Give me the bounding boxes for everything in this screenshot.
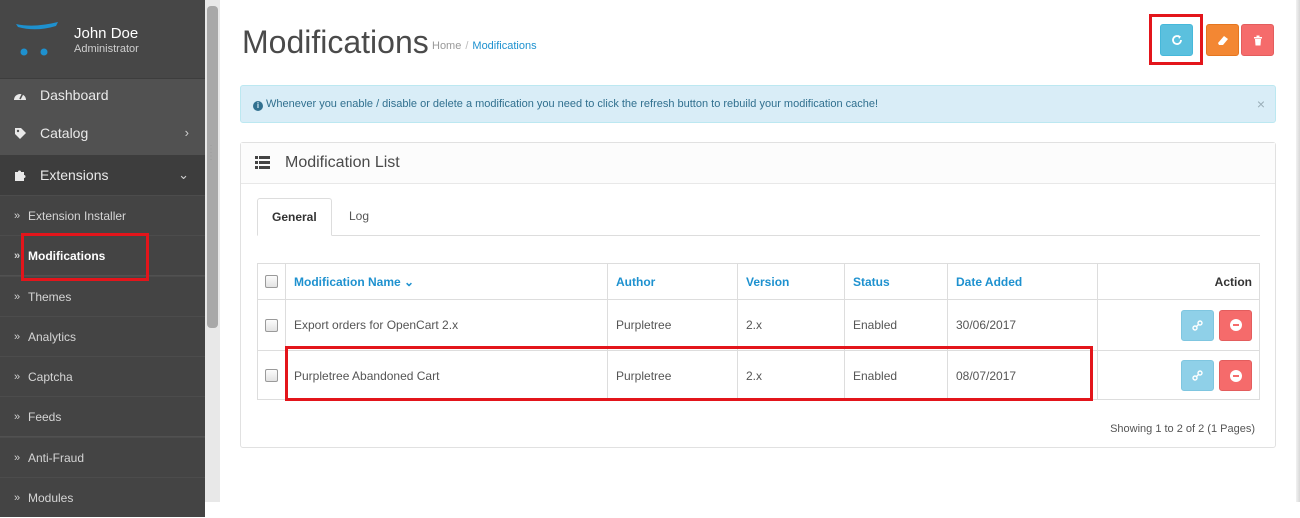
link-button[interactable] — [1181, 360, 1214, 391]
cell-date-added: 30/06/2017 — [947, 300, 1097, 350]
header-author[interactable]: Author — [607, 264, 737, 299]
double-chevron-icon: » — [14, 492, 21, 504]
sidebar-subitem-label: Captcha — [28, 370, 73, 384]
modification-list-panel: Modification List General Log Modificati… — [240, 142, 1276, 448]
select-all-checkbox[interactable] — [265, 275, 278, 288]
sidebar-scrollbar-thumb[interactable] — [207, 6, 218, 328]
double-chevron-icon: » — [14, 291, 21, 303]
user-info[interactable]: John Doe Administrator — [74, 26, 139, 56]
minus-circle-icon — [1229, 369, 1242, 382]
table-header-row: Modification Name ⌄ Author Version Statu… — [258, 264, 1259, 300]
remove-button[interactable] — [1219, 309, 1252, 341]
sidebar-subitem-label: Feeds — [28, 410, 62, 424]
link-button[interactable] — [1181, 309, 1214, 341]
select-all-cell — [258, 264, 285, 299]
double-chevron-icon: » — [14, 452, 21, 464]
sidebar-item-extensions[interactable]: Extensions ⌄ — [0, 155, 205, 195]
sidebar-scrollbar[interactable] — [205, 0, 220, 502]
panel-title: Modification List — [285, 154, 400, 171]
trash-icon — [1253, 35, 1262, 45]
alert-text: Whenever you enable / disable or delete … — [266, 98, 879, 110]
modifications-highlight-box — [21, 233, 149, 281]
sidebar: John Doe Administrator Dashboard Catalog… — [0, 0, 205, 517]
tab-bar: General Log — [257, 198, 1260, 236]
breadcrumb-home-link[interactable]: Home — [432, 40, 461, 52]
eraser-icon — [1217, 36, 1228, 45]
sidebar-subitem-feeds[interactable]: » Feeds — [0, 396, 205, 436]
info-icon: i — [253, 101, 263, 111]
sidebar-item-label: Catalog — [40, 125, 89, 141]
opencart-logo-icon — [16, 22, 58, 56]
table-row: Export orders for OpenCart 2.x Purpletre… — [258, 300, 1259, 351]
cell-version: 2.x — [737, 300, 844, 350]
double-chevron-icon: » — [14, 210, 21, 222]
sidebar-item-catalog[interactable]: Catalog › — [0, 114, 205, 152]
cell-status: Enabled — [844, 300, 947, 350]
row-checkbox[interactable] — [265, 318, 278, 332]
sidebar-subitem-modules[interactable]: » Modules — [0, 477, 205, 517]
cell-action — [1097, 300, 1259, 350]
sidebar-subitem-captcha[interactable]: » Captcha — [0, 356, 205, 396]
page-title: Modifications — [242, 24, 429, 60]
sidebar-subitem-themes[interactable]: » Themes — [0, 276, 205, 316]
sort-chevron-down-icon: ⌄ — [404, 274, 415, 289]
double-chevron-icon: » — [14, 250, 21, 262]
sidebar-subitem-label: Extension Installer — [28, 209, 127, 223]
window-edge-shadow — [1296, 0, 1300, 502]
tag-icon — [12, 114, 28, 152]
header-date-added[interactable]: Date Added — [947, 264, 1097, 299]
cell-name: Export orders for OpenCart 2.x — [285, 300, 607, 350]
double-chevron-icon: » — [14, 331, 21, 343]
main-content: Modifications Home / Modifications i Whenev… — [220, 0, 1300, 502]
minus-circle-icon — [1229, 319, 1242, 331]
header-version[interactable]: Version — [737, 264, 844, 299]
header-status[interactable]: Status — [844, 264, 947, 299]
sidebar-subitem-label: Anti-Fraud — [28, 451, 85, 465]
chevron-down-icon: ⌄ — [178, 167, 189, 182]
header-modification-name[interactable]: Modification Name ⌄ — [285, 264, 607, 299]
sidebar-header: John Doe Administrator — [0, 0, 205, 79]
chevron-right-icon: › — [184, 125, 189, 140]
remove-button[interactable] — [1219, 360, 1252, 391]
user-name: John Doe — [74, 25, 139, 42]
double-chevron-icon: » — [14, 371, 21, 383]
sidebar-subitem-label: Themes — [28, 290, 72, 304]
refresh-highlight-box — [1149, 14, 1203, 65]
link-icon — [1192, 319, 1203, 331]
breadcrumb-separator: / — [465, 40, 469, 52]
resize-grip-icon[interactable]: ⋮ ⋮ — [206, 145, 216, 162]
puzzle-icon — [12, 155, 28, 195]
double-chevron-icon: » — [14, 411, 21, 423]
tab-log[interactable]: Log — [335, 198, 383, 235]
row-select-cell — [258, 300, 285, 350]
sidebar-subitem-analytics[interactable]: » Analytics — [0, 316, 205, 356]
sidebar-item-dashboard[interactable]: Dashboard — [0, 76, 205, 114]
user-role: Administrator — [74, 43, 139, 55]
dashboard-icon — [12, 76, 28, 114]
list-icon — [255, 156, 270, 169]
sidebar-subitem-anti-fraud[interactable]: » Anti-Fraud — [0, 437, 205, 477]
clear-button[interactable] — [1206, 24, 1239, 56]
cell-action — [1097, 351, 1259, 400]
sidebar-subitem-label: Analytics — [28, 330, 77, 344]
panel-heading: Modification List — [241, 143, 1275, 184]
row-select-cell — [258, 351, 285, 400]
breadcrumb-current-link[interactable]: Modifications — [472, 40, 536, 52]
cell-author: Purpletree — [607, 300, 737, 350]
sidebar-item-label: Extensions — [40, 167, 109, 183]
delete-button[interactable] — [1241, 24, 1274, 56]
link-icon — [1192, 370, 1203, 381]
header-action: Action — [1097, 264, 1259, 299]
breadcrumb: Home / Modifications — [432, 40, 537, 52]
sidebar-subitem-label: Modules — [28, 491, 74, 505]
row-highlight-box — [285, 346, 1093, 401]
sidebar-item-label: Dashboard — [40, 87, 109, 103]
info-alert: i Whenever you enable / disable or delete… — [240, 85, 1276, 123]
sidebar-subitem-extension-installer[interactable]: » Extension Installer — [0, 195, 205, 235]
tab-general[interactable]: General — [257, 198, 332, 236]
row-checkbox[interactable] — [265, 369, 278, 382]
header-label: Modification Name — [294, 274, 401, 289]
pagination-text: Showing 1 to 2 of 2 (1 Pages) — [1110, 423, 1255, 435]
close-icon[interactable]: × — [1257, 86, 1265, 122]
